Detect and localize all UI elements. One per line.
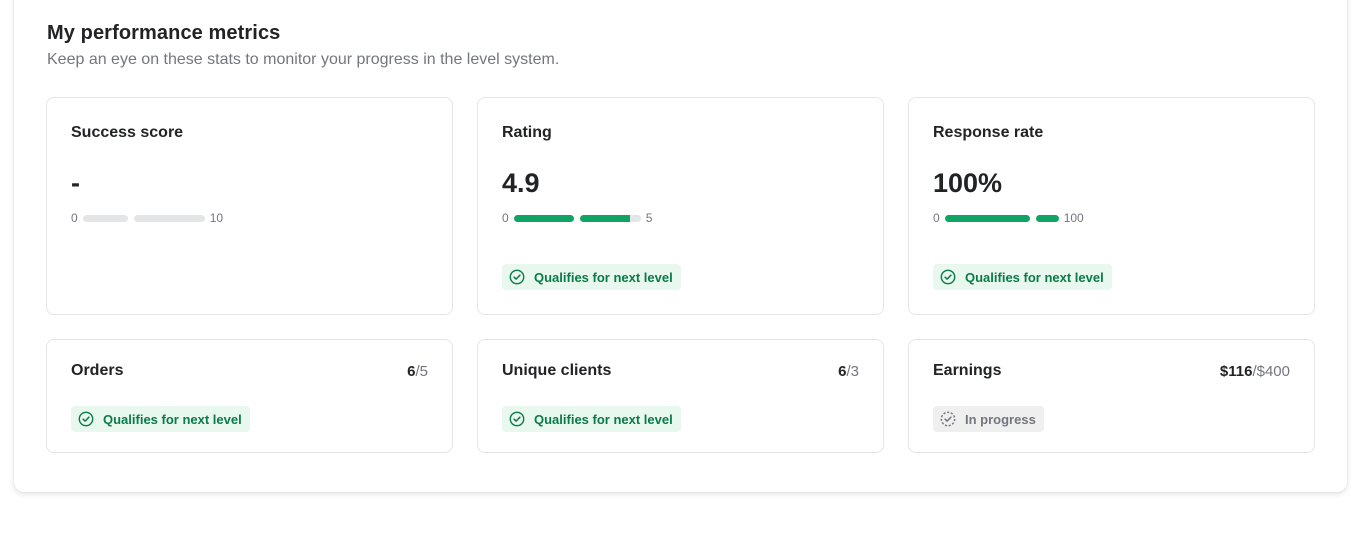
progress-bar (82, 214, 205, 222)
success-score-card: Success score - 0 10 (46, 97, 453, 315)
unique-clients-card: Unique clients 6/3 Qualifies for next le… (477, 339, 884, 453)
ratio-current: $116 (1219, 363, 1253, 380)
check-circle-icon (509, 269, 525, 285)
badge-label: Qualifies for next level (534, 269, 673, 285)
rating-scale: 0 5 (502, 211, 653, 225)
badge-label: Qualifies for next level (534, 411, 673, 427)
ratio-target: /3 (846, 363, 859, 380)
metric-value: - (71, 168, 80, 198)
qualifies-badge: Qualifies for next level (933, 264, 1112, 290)
badge-label: Qualifies for next level (103, 411, 242, 427)
orders-ratio: 6/5 (407, 363, 428, 380)
progress-segment-remaining (629, 214, 641, 222)
metric-value: 4.9 (502, 168, 540, 198)
card-title: Success score (71, 124, 184, 141)
progress-segment (1035, 214, 1059, 222)
check-circle-icon (78, 411, 94, 427)
card-title: Orders (71, 362, 124, 379)
badge-label: Qualifies for next level (965, 269, 1104, 285)
rating-card: Rating 4.9 0 5 Qualifies for next level (477, 97, 884, 315)
page-title: My performance metrics (47, 22, 281, 44)
response-rate-card: Response rate 100% 0 100 Qualifies for n… (908, 97, 1315, 315)
orders-card: Orders 6/5 Qualifies for next level (46, 339, 453, 453)
progress-bar (513, 214, 641, 222)
scale-min: 0 (71, 211, 78, 225)
scale-min: 0 (933, 211, 940, 225)
progress-segment (513, 214, 574, 222)
dashed-check-circle-icon (940, 411, 956, 427)
check-circle-icon (509, 411, 525, 427)
progress-segment (82, 214, 128, 222)
page-subtitle: Keep an eye on these stats to monitor yo… (47, 51, 560, 68)
scale-max: 5 (645, 211, 653, 225)
score-scale: 0 10 (71, 211, 224, 225)
metric-value: 100% (933, 168, 1003, 198)
progress-segment (579, 214, 630, 222)
badge-label: In progress (965, 411, 1036, 427)
ratio-target: /5 (415, 363, 428, 380)
unique-clients-ratio: 6/3 (838, 363, 859, 380)
card-title: Response rate (933, 124, 1044, 141)
scale-max: 100 (1063, 211, 1084, 225)
in-progress-badge: In progress (933, 406, 1044, 432)
scale-min: 0 (502, 211, 509, 225)
scale-max: 10 (209, 211, 224, 225)
card-title: Unique clients (502, 362, 612, 379)
earnings-card: Earnings $116/$400 In progress (908, 339, 1315, 453)
card-title: Rating (502, 124, 552, 141)
card-title: Earnings (933, 362, 1002, 379)
ratio-target: /$400 (1252, 363, 1290, 380)
progress-segment (133, 214, 205, 222)
earnings-ratio: $116/$400 (1220, 363, 1290, 380)
qualifies-badge: Qualifies for next level (71, 406, 250, 432)
qualifies-badge: Qualifies for next level (502, 406, 681, 432)
qualifies-badge: Qualifies for next level (502, 264, 681, 290)
check-circle-icon (940, 269, 956, 285)
response-rate-scale: 0 100 (933, 211, 1084, 225)
progress-bar (944, 214, 1059, 222)
progress-segment (944, 214, 1030, 222)
